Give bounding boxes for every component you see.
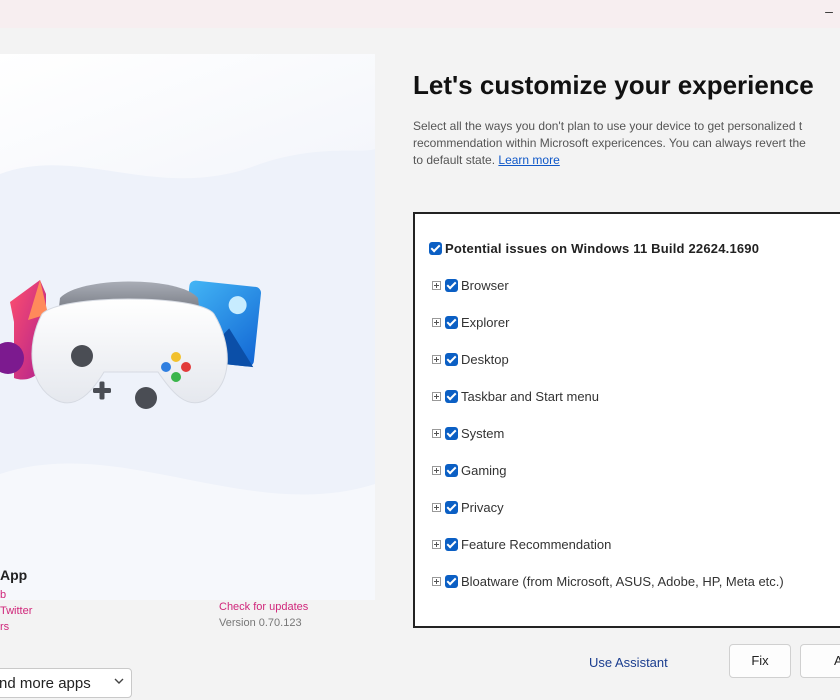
twitter-link[interactable]: Twitter (0, 605, 32, 617)
tree-item-system[interactable]: System (432, 425, 504, 441)
description-line: recommendation within Microsoft experice… (413, 136, 806, 150)
tree-item-label: Feature Recommendation (461, 536, 612, 552)
tree-item-browser[interactable]: Browser (432, 277, 509, 293)
tree-root-label: Potential issues on Windows 11 Build 226… (445, 240, 760, 256)
expand-icon[interactable] (432, 502, 441, 512)
check-updates-link[interactable]: Check for updates (219, 601, 308, 613)
expand-icon[interactable] (432, 317, 441, 327)
description-line: to default state. Learn more (413, 152, 840, 169)
fix-button[interactable]: Fix (729, 644, 791, 678)
hero-illustration (0, 54, 375, 600)
expand-icon[interactable] (432, 576, 441, 586)
tree-item-desktop[interactable]: Desktop (432, 351, 509, 367)
checkbox[interactable] (445, 426, 458, 440)
app-name: App (0, 567, 28, 583)
checkbox[interactable] (445, 389, 458, 403)
tree-item-label: Browser (461, 277, 509, 293)
tree-root[interactable]: Potential issues on Windows 11 Build 226… (429, 240, 759, 256)
page-title: Let's customize your experience (413, 70, 814, 100)
title-bar: – (0, 0, 840, 28)
checkbox[interactable] (445, 315, 458, 329)
expand-icon[interactable] (432, 465, 441, 475)
checkbox[interactable] (445, 500, 458, 514)
tree-item-gaming[interactable]: Gaming (432, 462, 507, 478)
checkbox[interactable] (445, 278, 458, 292)
analyze-button[interactable]: A (800, 644, 840, 678)
tree-item-explorer[interactable]: Explorer (432, 314, 509, 330)
checkbox[interactable] (445, 352, 458, 366)
tree-item-label: Bloatware (from Microsoft, ASUS, Adobe, … (461, 573, 784, 589)
tree-item-label: Explorer (461, 314, 510, 330)
expand-icon[interactable] (432, 391, 441, 401)
tree-item-label: Gaming (461, 462, 507, 478)
description-text: to default state. (413, 153, 496, 167)
expand-icon[interactable] (432, 539, 441, 549)
expand-icon[interactable] (432, 280, 441, 290)
web-link[interactable]: b (0, 589, 6, 601)
tree-item-privacy[interactable]: Privacy (432, 499, 504, 515)
expand-icon[interactable] (432, 354, 441, 364)
page-description: Select all the ways you don't plan to us… (413, 118, 840, 169)
chevron-down-icon (114, 678, 124, 684)
version-text: Version 0.70.123 (219, 617, 302, 629)
checkbox[interactable] (445, 537, 458, 551)
more-apps-dropdown[interactable]: nd more apps (0, 668, 132, 698)
tree-item-label: Desktop (461, 351, 509, 367)
contributors-link[interactable]: rs (0, 621, 9, 633)
root-checkbox[interactable] (429, 241, 442, 255)
use-assistant-link[interactable]: Use Assistant (589, 655, 668, 670)
checkbox[interactable] (445, 574, 458, 588)
issues-tree: Potential issues on Windows 11 Build 226… (413, 212, 840, 628)
tree-item-label: Taskbar and Start menu (461, 388, 600, 404)
minimize-button[interactable]: – (818, 2, 840, 24)
tree-item-feature-recommendation[interactable]: Feature Recommendation (432, 536, 611, 552)
description-line: Select all the ways you don't plan to us… (413, 119, 803, 133)
expand-icon[interactable] (432, 428, 441, 438)
checkbox[interactable] (445, 463, 458, 477)
tree-item-label: Privacy (461, 499, 504, 515)
tree-item-label: System (461, 425, 505, 441)
tree-item-bloatware[interactable]: Bloatware (from Microsoft, ASUS, Adobe, … (432, 573, 784, 589)
learn-more-link[interactable]: Learn more (498, 153, 559, 167)
more-apps-value: nd more apps (0, 675, 91, 692)
tree-item-taskbar[interactable]: Taskbar and Start menu (432, 388, 599, 404)
